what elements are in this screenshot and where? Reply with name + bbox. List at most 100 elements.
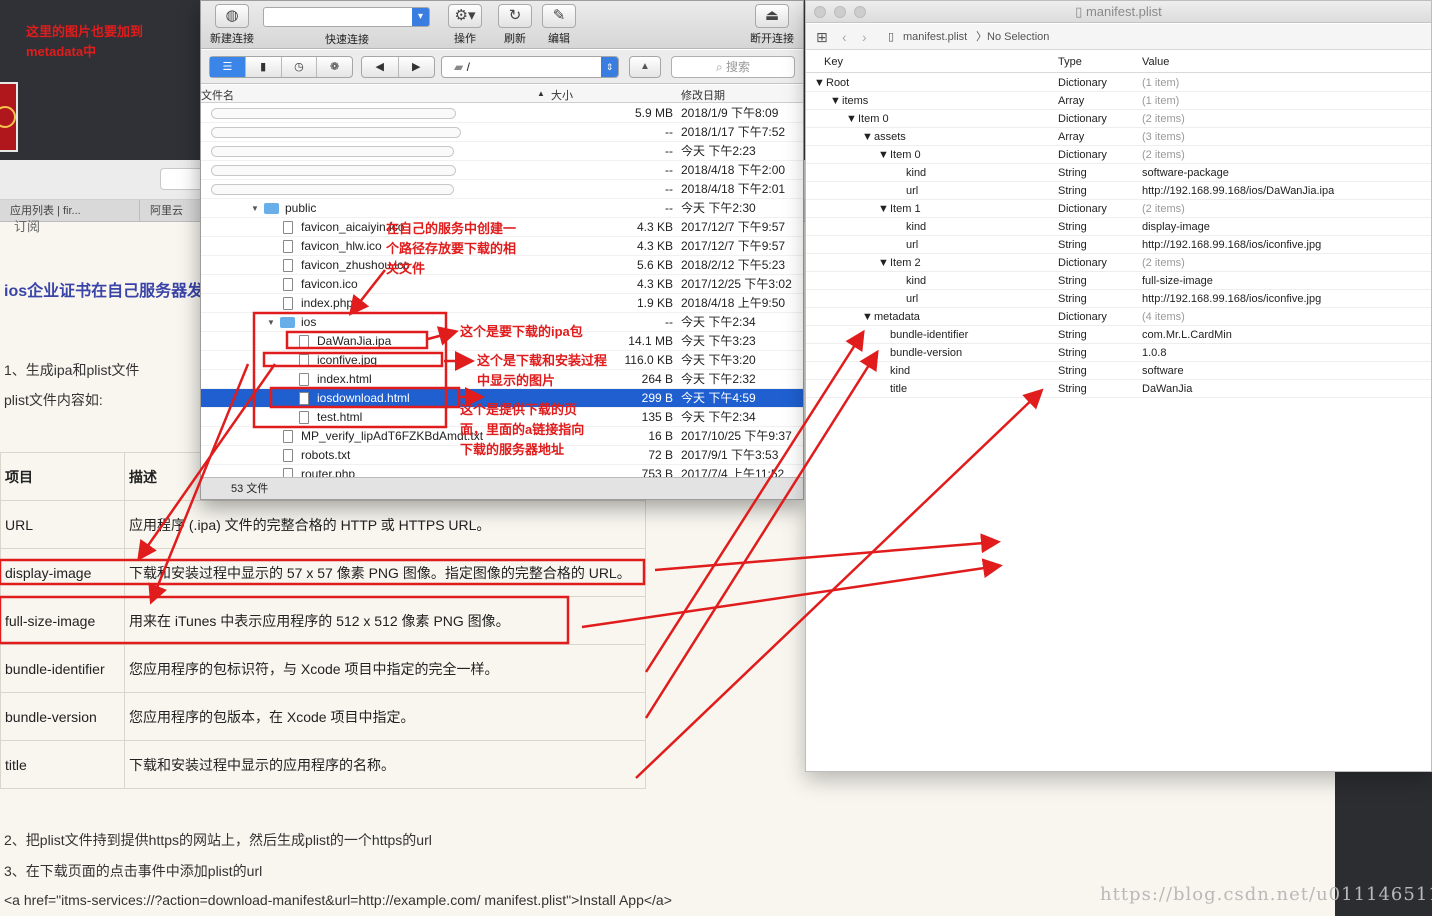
search-icon: ⌕ [715, 60, 727, 74]
annotation-image-1: 这个是下载和安装过程 [477, 353, 608, 368]
chevron-down-icon[interactable]: ▾ [412, 8, 429, 26]
folder-row-public[interactable]: ▼ public -- 今天 下午2:30 [201, 199, 803, 218]
step-1-text: 1、生成ipa和plist文件 [4, 362, 140, 378]
disclosure-open-icon[interactable]: ▼ [814, 74, 825, 92]
disclosure-open-icon[interactable]: ▼ [862, 308, 873, 326]
history-icon[interactable]: ◷ [282, 57, 318, 77]
annotation-metadata-2: metadata中 [26, 44, 97, 59]
plist-row[interactable]: kind String software-package [806, 164, 1431, 182]
article-heading: ios企业证书在自己服务器发 [4, 283, 204, 300]
browser-view-icon[interactable]: ☰ [210, 57, 246, 77]
related-items-icon[interactable]: ⊞ [816, 24, 828, 50]
plist-row[interactable]: url String http://192.168.99.168/ios/iconf… [806, 236, 1431, 254]
disclosure-open-icon[interactable]: ▼ [267, 313, 275, 332]
plist-row[interactable]: ▼ Item 1 Dictionary (2 items) [806, 200, 1431, 218]
annotation-page-2: 面，里面的a链接指向 [460, 422, 585, 437]
step-2-text: 2、把plist文件持到提供https的网站上，然后生成plist的一个http… [4, 832, 432, 848]
plist-row[interactable]: kind String software [806, 362, 1431, 380]
plist-column-header: Key Type Value [806, 53, 1431, 73]
minimize-window-button[interactable] [834, 6, 846, 18]
action-menu-button[interactable]: ⚙▾ 操作 [445, 4, 485, 46]
redacted-filename [211, 165, 456, 176]
app-dock-icon[interactable] [0, 82, 18, 152]
disclosure-open-icon[interactable]: ▼ [878, 200, 889, 218]
file-row[interactable]: -- 2018/4/18 下午2:00 [201, 161, 803, 180]
table-header-item: 项目 [0, 452, 125, 501]
table-cell-key: bundle-version [0, 692, 125, 741]
zoom-window-button[interactable] [854, 6, 866, 18]
disconnect-button[interactable]: ⏏ 断开连接 [747, 4, 797, 46]
plist-row[interactable]: kind String display-image [806, 218, 1431, 236]
edit-button[interactable]: ✎ 编辑 [539, 4, 579, 46]
disclosure-open-icon[interactable]: ▼ [862, 128, 873, 146]
plist-row[interactable]: ▼ assets Array (3 items) [806, 128, 1431, 146]
column-header-type[interactable]: Type [1058, 56, 1082, 68]
subscribe-link[interactable]: 订阅 [14, 216, 40, 235]
redacted-filename [211, 108, 456, 119]
forward-chevron-icon[interactable]: › [862, 24, 867, 50]
pencil-icon: ✎ [542, 4, 576, 28]
file-list-header: 文件名 ▲ 大小 修改日期 [201, 85, 803, 103]
plist-row[interactable]: bundle-identifier String com.Mr.L.CardMin [806, 326, 1431, 344]
disclosure-open-icon[interactable]: ▼ [878, 146, 889, 164]
drive-icon: ▰ [454, 60, 467, 74]
plist-row[interactable]: kind String full-size-image [806, 272, 1431, 290]
plist-row[interactable]: ▼ metadata Dictionary (4 items) [806, 308, 1431, 326]
annotation-server-folder-2: 个路径存放要下载的相 [386, 241, 517, 256]
column-header-modified[interactable]: 修改日期 [681, 87, 725, 103]
table-cell-key: full-size-image [0, 596, 125, 645]
close-window-button[interactable] [814, 6, 826, 18]
plist-title-bar: ▯ manifest.plist [806, 1, 1431, 23]
file-row[interactable]: 5.9 MB 2018/1/9 下午8:09 [201, 104, 803, 123]
file-row[interactable]: -- 2018/1/17 下午7:52 [201, 123, 803, 142]
file-row[interactable]: -- 今天 下午2:23 [201, 142, 803, 161]
plist-row[interactable]: ▼ items Array (1 item) [806, 92, 1431, 110]
file-row[interactable]: favicon.ico 4.3 KB 2017/12/25 下午3:02 [201, 275, 803, 294]
plist-row[interactable]: title String DaWanJia [806, 380, 1431, 398]
table-row: title 下载和安装过程中显示的应用程序的名称。 [0, 740, 646, 789]
forward-arrow-icon[interactable]: ▶ [399, 57, 435, 77]
file-row[interactable]: -- 2018/4/18 下午2:01 [201, 180, 803, 199]
plist-row[interactable]: url String http://192.168.99.168/ios/iconf… [806, 290, 1431, 308]
back-forward-segmented: ◀ ▶ [361, 56, 435, 78]
disclosure-open-icon[interactable]: ▼ [251, 199, 259, 218]
plist-row[interactable]: ▼ Item 0 Dictionary (2 items) [806, 146, 1431, 164]
table-cell-key: bundle-identifier [0, 644, 125, 693]
plist-row[interactable]: bundle-version String 1.0.8 [806, 344, 1431, 362]
refresh-button[interactable]: ↻ 刷新 [495, 4, 535, 46]
table-cell-desc: 您应用程序的包版本，在 Xcode 项目中指定。 [124, 692, 646, 741]
path-selector[interactable]: ▰ / ⇕ [441, 56, 619, 78]
disclosure-open-icon[interactable]: ▼ [846, 110, 857, 128]
chevron-updown-icon[interactable]: ⇕ [601, 57, 618, 77]
plist-row[interactable]: ▼ Root Dictionary (1 item) [806, 74, 1431, 92]
code-snippet: <a href="itms-services://?action=downloa… [4, 892, 672, 908]
new-connection-button[interactable]: ◍ 新建连接 [209, 4, 255, 46]
back-arrow-icon[interactable]: ◀ [362, 57, 399, 77]
column-header-key[interactable]: Key [824, 56, 843, 68]
bonjour-icon[interactable]: ❁ [317, 57, 352, 77]
parent-folder-button[interactable]: ▲ [629, 56, 661, 78]
plist-row[interactable]: url String http://192.168.99.168/ios/DaWan… [806, 182, 1431, 200]
column-header-size[interactable]: 大小 [551, 87, 573, 103]
plist-row[interactable]: ▼ Item 2 Dictionary (2 items) [806, 254, 1431, 272]
plist-window-title: manifest.plist [1085, 4, 1162, 19]
file-row[interactable]: index.php 1.9 KB 2018/4/18 上午9:50 [201, 294, 803, 313]
column-header-name[interactable]: 文件名 [201, 87, 234, 103]
breadcrumb-selection[interactable]: No Selection [987, 24, 1049, 50]
back-chevron-icon[interactable]: ‹ [842, 24, 847, 50]
breadcrumb-file[interactable]: manifest.plist [903, 24, 967, 50]
bookmark-icon[interactable]: ▮ [246, 57, 282, 77]
quick-connect-combobox[interactable]: ▾ [263, 7, 430, 27]
image-file-icon [299, 354, 309, 367]
disclosure-open-icon[interactable]: ▼ [878, 254, 889, 272]
plist-outline: ▼ Root Dictionary (1 item) ▼ items Array (1 it… [806, 74, 1431, 398]
disconnect-label: 断开连接 [750, 33, 794, 45]
disclosure-open-icon[interactable]: ▼ [830, 92, 841, 110]
annotation-page-3: 下载的服务器地址 [460, 442, 565, 457]
file-count-status: 53 文件 [201, 477, 803, 499]
column-header-value[interactable]: Value [1142, 56, 1169, 68]
search-input[interactable]: ⌕ 搜索 [671, 56, 795, 78]
html-file-icon [299, 392, 309, 405]
file-icon: ▯ [888, 31, 895, 43]
plist-row[interactable]: ▼ Item 0 Dictionary (2 items) [806, 110, 1431, 128]
